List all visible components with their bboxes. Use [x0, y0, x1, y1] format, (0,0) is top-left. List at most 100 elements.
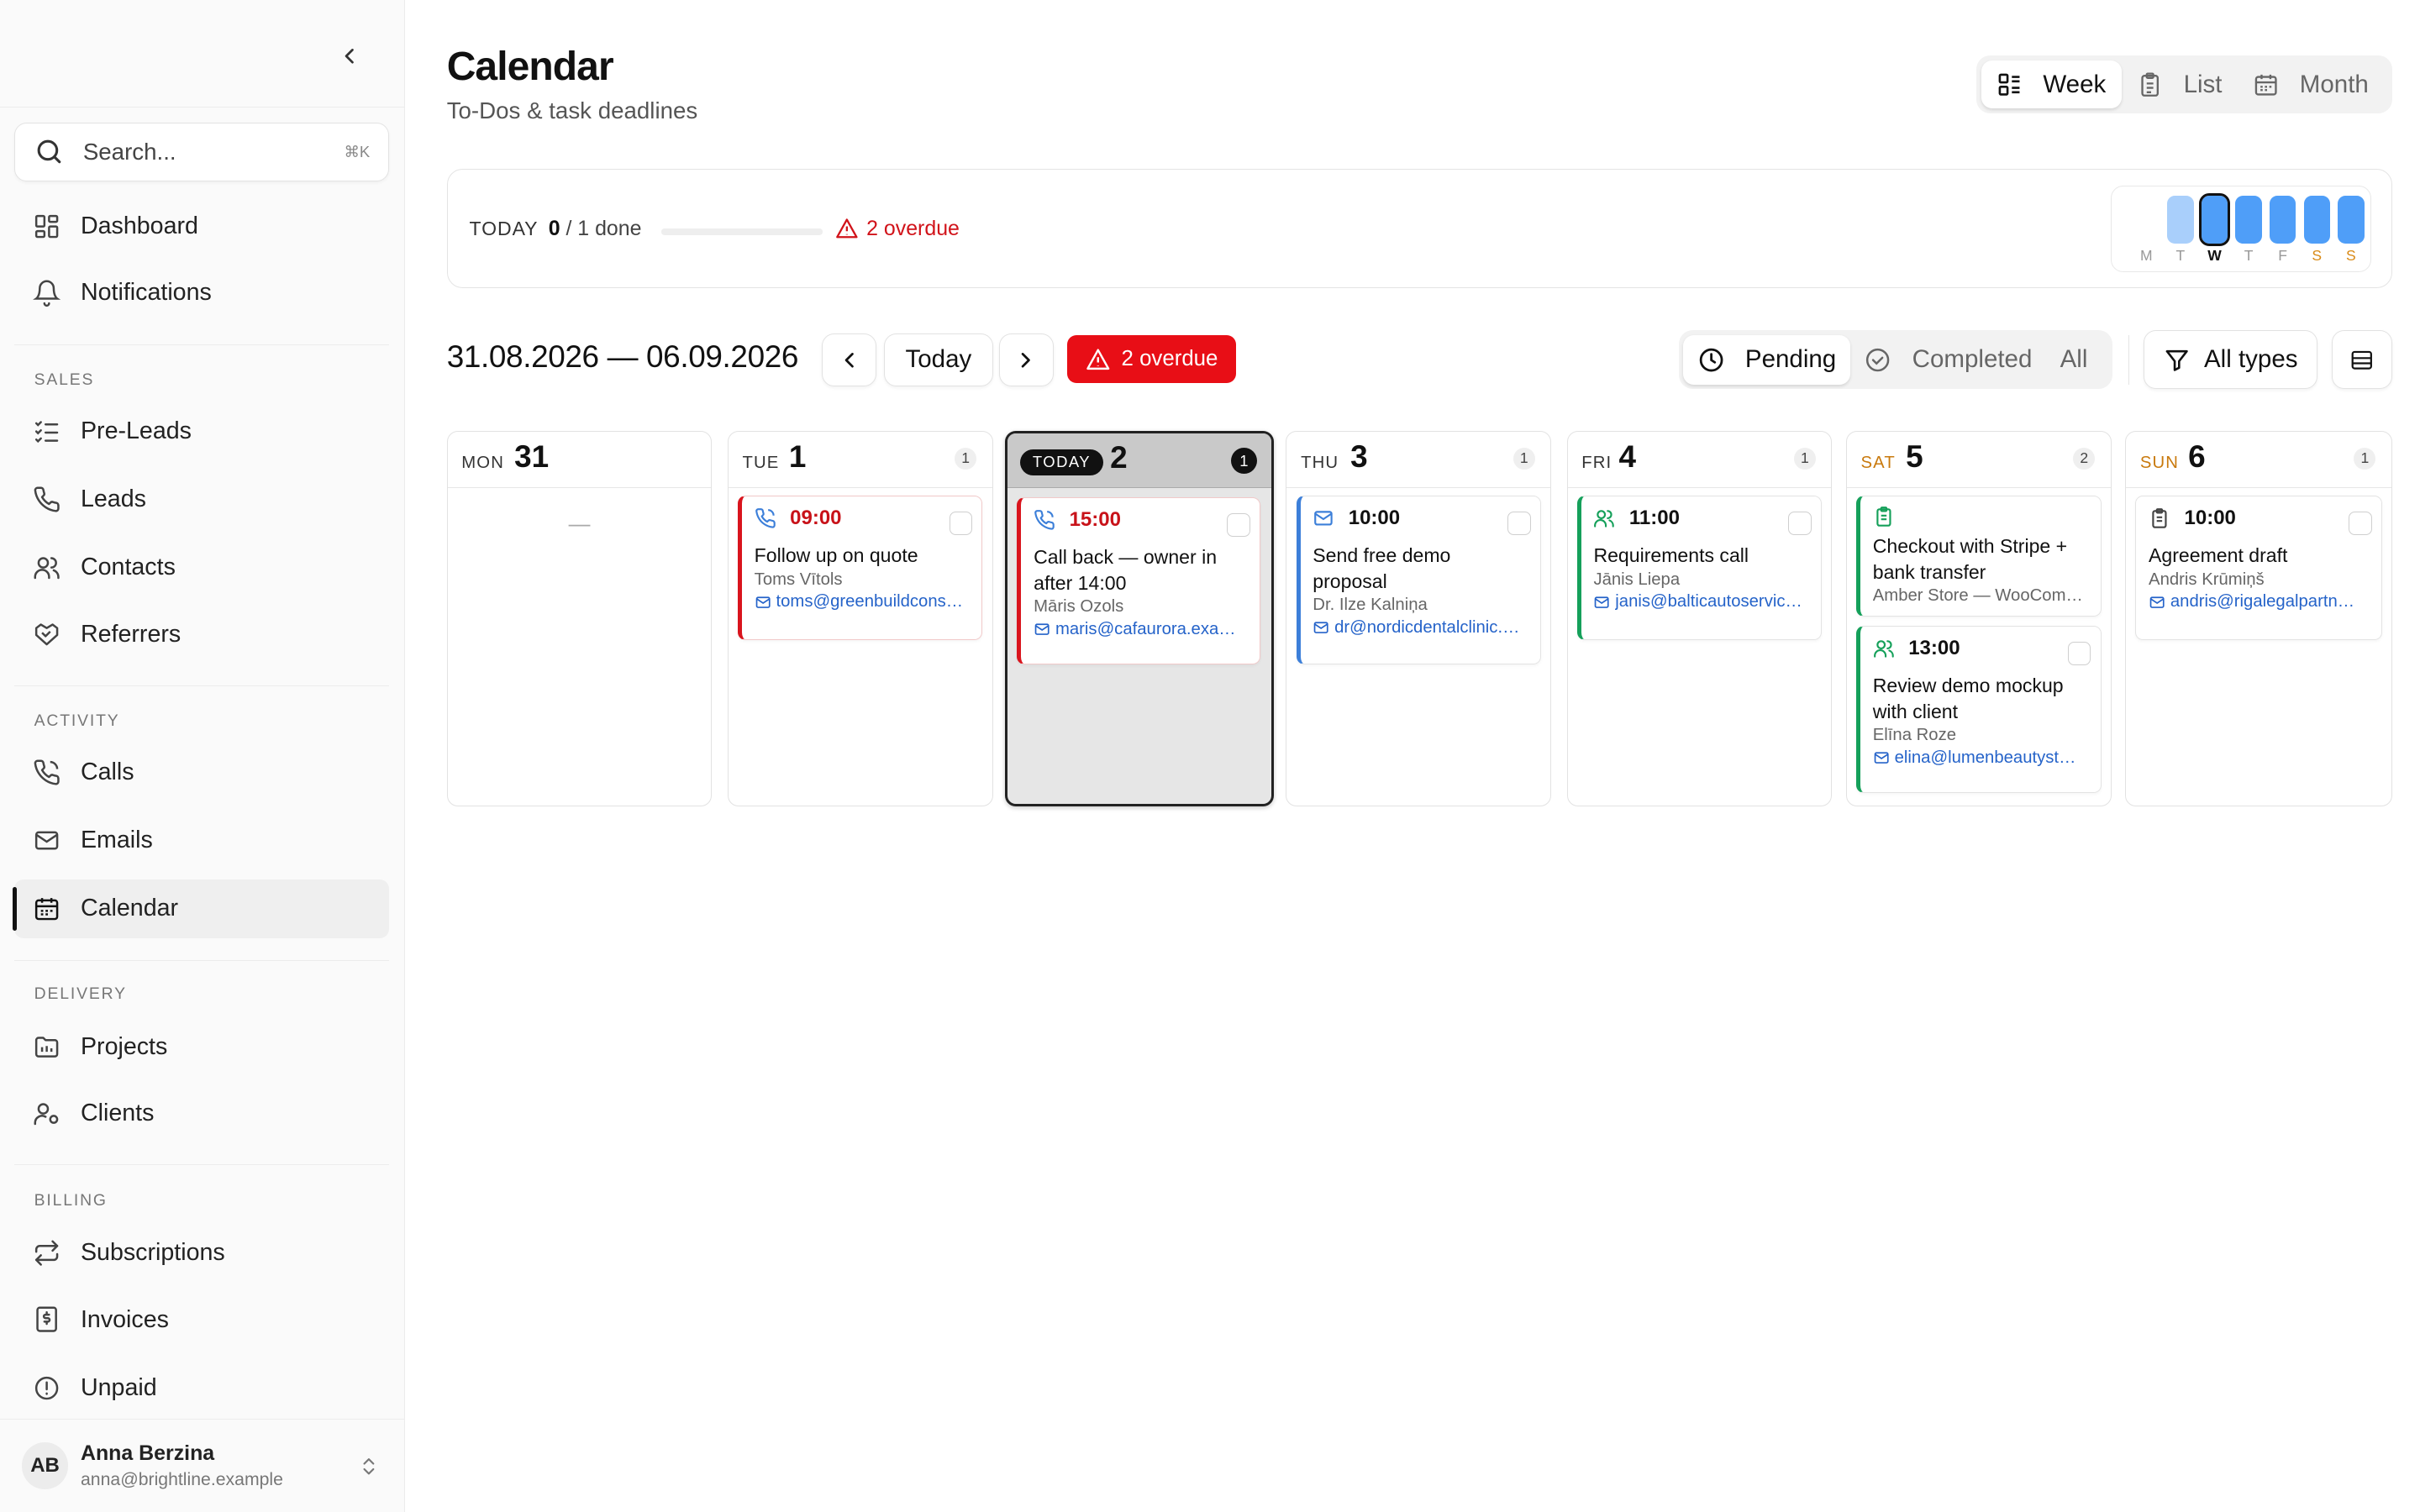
task-email-link[interactable]: maris@cafaurora.exa…	[1034, 620, 1247, 639]
user-cog-icon	[34, 1103, 59, 1126]
calendar-icon	[2255, 74, 2278, 96]
sidebar-item-unpaid[interactable]: Unpaid	[14, 1358, 390, 1417]
sidebar-item-calls[interactable]: Calls	[14, 743, 390, 801]
task-time: 15:00	[1069, 507, 1121, 531]
task-contact: Dr. Ilze Kalniņa	[1313, 596, 1428, 615]
view-list-button[interactable]: List	[2122, 60, 2238, 108]
task-checkbox[interactable]	[949, 512, 973, 536]
task-email-link[interactable]: andris@rigalegalpartn…	[2149, 592, 2369, 612]
day-of-week: SUN	[2139, 454, 2180, 473]
task-email: elina@lumenbeautyst…	[1894, 748, 2076, 767]
next-week-button[interactable]	[998, 333, 1054, 386]
section-label-delivery: DELIVERY	[34, 984, 127, 1004]
layout-toggle-button[interactable]	[2331, 330, 2392, 390]
mini-day-label: M	[2139, 246, 2153, 264]
mini-day-bar	[2338, 195, 2365, 244]
sidebar-item-label: Notifications	[80, 279, 212, 307]
sidebar-item-invoices[interactable]: Invoices	[14, 1290, 390, 1349]
task-card[interactable]: 13:00 Review demo mockup with client Elī…	[1855, 625, 2102, 794]
overdue-link[interactable]: 2 overdue	[835, 217, 960, 241]
day-number: 2	[1110, 439, 1128, 475]
sidebar-item-subscriptions[interactable]: Subscriptions	[14, 1224, 390, 1283]
task-email-link[interactable]: toms@greenbuildcons…	[755, 592, 970, 612]
task-count-badge: 1	[955, 447, 977, 470]
today-button[interactable]: Today	[884, 333, 993, 386]
filter-all-button[interactable]: All	[2046, 335, 2102, 385]
page-subtitle: To-Dos & task deadlines	[446, 97, 698, 124]
task-card[interactable]: 10:00 Agreement draft Andris Krūmiņš and…	[2135, 495, 2382, 640]
types-filter-button[interactable]: All types	[2144, 330, 2318, 390]
alert-triangle-icon	[1086, 349, 1110, 370]
task-title: Review demo mockup with client	[1872, 675, 2064, 722]
view-week-button[interactable]: Week	[1981, 60, 2122, 109]
phone-call-icon	[755, 507, 776, 528]
sidebar-item-projects[interactable]: Projects	[14, 1017, 390, 1076]
task-checkbox[interactable]	[1507, 512, 1532, 536]
task-checkbox[interactable]	[2348, 512, 2372, 536]
task-email-link[interactable]: janis@balticautoservic…	[1593, 592, 1808, 612]
task-time: 09:00	[790, 506, 842, 529]
today-badge: TODAY	[1020, 449, 1103, 476]
sidebar-item-pre-leads[interactable]: Pre-Leads	[14, 402, 390, 460]
task-checkbox[interactable]	[1227, 513, 1250, 538]
task-email-link[interactable]: dr@nordicdentalclinic.…	[1313, 618, 1528, 638]
sidebar-item-emails[interactable]: Emails	[14, 811, 390, 870]
sidebar-item-notifications[interactable]: Notifications	[14, 264, 390, 323]
sidebar-item-label: Subscriptions	[80, 1239, 225, 1267]
dashboard-icon	[34, 214, 59, 239]
chevrons-up-down-icon	[363, 1457, 375, 1475]
task-email: andris@rigalegalpartn…	[2170, 592, 2355, 612]
task-contact: Amber Store — WooCom…	[1872, 585, 2083, 605]
sidebar-item-dashboard[interactable]: Dashboard	[14, 197, 390, 255]
view-list-label: List	[2183, 70, 2223, 98]
mail-icon	[1313, 622, 1328, 633]
overdue-button[interactable]: 2 overdue	[1067, 334, 1237, 383]
prev-week-button[interactable]	[822, 333, 877, 386]
user-menu[interactable]: AB Anna Berzina anna@brightline.example	[0, 1419, 405, 1512]
day-number: 5	[1906, 439, 1923, 475]
user-email: anna@brightline.example	[80, 1470, 283, 1490]
sidebar-item-leads[interactable]: Leads	[14, 470, 390, 528]
sidebar-item-label: Invoices	[80, 1305, 169, 1333]
day-column-sat: SAT 5 2 Checkout with Stripe + bank tran…	[1845, 431, 2112, 806]
users-icon	[34, 557, 60, 580]
task-card[interactable]: Checkout with Stripe + bank transfer Amb…	[1855, 495, 2102, 617]
day-column-sun: SUN 6 1 10:00 Agreement draft Andris Krū…	[2125, 431, 2392, 806]
filter-completed-button[interactable]: Completed	[1850, 335, 2046, 385]
day-column-fri: FRI 4 1 11:00 Requirements call Jānis Li…	[1566, 431, 1833, 806]
day-number: 1	[788, 439, 807, 475]
task-count-badge: 1	[2354, 447, 2376, 470]
task-card[interactable]: 10:00 Send free demo proposal Dr. Ilze K…	[1296, 495, 1542, 665]
collapse-sidebar-button[interactable]	[330, 37, 367, 74]
mini-day-label: S	[2312, 246, 2323, 264]
mini-day-label: F	[2278, 246, 2287, 264]
sidebar-item-label: Calendar	[80, 895, 179, 922]
search-input[interactable]: Search... ⌘K	[13, 122, 390, 181]
filter-pending-button[interactable]: Pending	[1683, 334, 1850, 385]
sidebar-item-contacts[interactable]: Contacts	[14, 538, 390, 597]
sidebar-item-calendar[interactable]: Calendar	[12, 879, 390, 938]
mini-day-bar	[2198, 192, 2231, 246]
sidebar-item-referrers[interactable]: Referrers	[14, 605, 390, 664]
day-header: TODAY 2 1	[1007, 433, 1271, 488]
filter-pending-label: Pending	[1744, 345, 1837, 374]
task-title: Agreement draft	[2149, 544, 2288, 567]
task-card[interactable]: 09:00 Follow up on quote Toms Vītols tom…	[737, 495, 983, 640]
task-card[interactable]: 15:00 Call back — owner in after 14:00 M…	[1017, 496, 1260, 665]
task-count-badge: 1	[1794, 447, 1816, 470]
done-count: 0 / 1 done	[549, 217, 642, 241]
view-month-button[interactable]: Month	[2238, 60, 2384, 108]
day-number: 6	[2188, 439, 2206, 475]
task-time: 13:00	[1908, 636, 1960, 659]
task-email-link[interactable]: elina@lumenbeautyst…	[1873, 748, 2088, 768]
task-checkbox[interactable]	[1788, 512, 1812, 536]
status-filter: Pending Completed All	[1678, 330, 2113, 390]
sidebar-item-clients[interactable]: Clients	[14, 1084, 390, 1142]
clipboard-icon	[2152, 507, 2167, 528]
rows-icon	[2351, 350, 2372, 370]
sidebar-item-label: Contacts	[80, 554, 176, 581]
empty-day-placeholder: —	[568, 512, 591, 537]
task-checkbox[interactable]	[2067, 642, 2091, 666]
users-icon	[1594, 510, 1615, 528]
task-card[interactable]: 11:00 Requirements call Jānis Liepa jani…	[1576, 495, 1823, 640]
